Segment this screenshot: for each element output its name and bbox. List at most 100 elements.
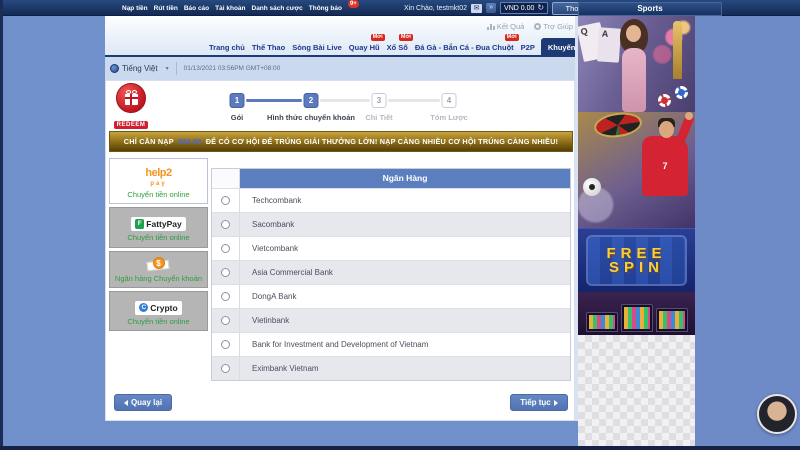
step-3-label: Chi Tiết [365, 113, 392, 122]
bank-transfer-icon: $ [147, 257, 171, 272]
results-label: Kết Quả [497, 22, 525, 31]
bank-name: DongA Bank [240, 285, 296, 308]
timestamp: 01/13/2021 03:56PM GMT+08:00 [184, 65, 281, 72]
bank-radio[interactable] [221, 292, 230, 301]
refresh-icon[interactable]: ↻ [537, 3, 544, 13]
topbar-menu-bao-cao[interactable]: Báo cáo [184, 5, 209, 12]
crypto-logo: CCrypto [135, 301, 181, 315]
bank-name: Asia Commercial Bank [240, 261, 333, 284]
quick-links: Kết Quả Trợ Giúp [455, 22, 573, 31]
step-4-box[interactable]: 4 [442, 93, 457, 108]
footballer-graphic: 7 [642, 136, 688, 196]
language-selector[interactable]: Tiếng Việt ▾ [110, 64, 169, 73]
bank-row-bank-for-investment-and-development-of-vietnam[interactable]: Bank for Investment and Development of V… [212, 332, 570, 356]
bank-row-sacombank[interactable]: Sacombank [212, 212, 570, 236]
expand-balance-icon[interactable]: » [486, 3, 496, 13]
bank-row-techcombank[interactable]: Techcombank [212, 188, 570, 212]
promo-banner-text: CHỈ CẦN NẠP 250.00 ĐỂ CÓ CƠ HỘI ĐỂ TRÚNG… [124, 137, 558, 146]
payment-method-crypto[interactable]: CCrypto Chuyển tiền online [109, 291, 208, 331]
step-2-box[interactable]: 2 [304, 93, 319, 108]
help-icon [534, 23, 541, 30]
bank-row-eximbank-vietnam[interactable]: Eximbank Vietnam [212, 356, 570, 380]
divider [176, 62, 177, 75]
payment-method-help2pay[interactable]: help2pay Chuyển tiền online [109, 158, 208, 204]
nav-tab-quay-hu[interactable]: Quay HũMới [348, 43, 381, 52]
help-link[interactable]: Trợ Giúp [534, 22, 573, 31]
nav-tab-a-ga-ban-ca-ua-chuot[interactable]: Đá Gà - Bắn Cá - Đua ChuộtMới [414, 43, 515, 52]
notification-count-badge[interactable]: 9+ [348, 0, 359, 8]
casino-chip-icon [675, 86, 688, 99]
payment-caption: Chuyển tiền online [112, 190, 205, 199]
continue-arrow-icon [554, 400, 558, 406]
bank-radio[interactable] [221, 268, 230, 277]
bank-row-asia-commercial-bank[interactable]: Asia Commercial Bank [212, 260, 570, 284]
language-label: Tiếng Việt [122, 64, 158, 73]
balance-box: VND 0.00 ↻ [500, 2, 548, 14]
topbar-menu-danh-sach-cuoc[interactable]: Danh sách cược [252, 5, 303, 12]
slot-games-banner[interactable] [578, 292, 695, 335]
mail-icon[interactable]: ✉ [471, 4, 482, 13]
bank-row-donga-bank[interactable]: DongA Bank [212, 284, 570, 308]
topbar-menu-nap-tien[interactable]: Nạp tiền [122, 5, 148, 12]
locale-bar: Tiếng Việt ▾ 01/13/2021 03:56PM GMT+08:0… [105, 57, 575, 80]
slot-cabinet-icon [586, 312, 618, 332]
caret-down-icon: ▾ [166, 65, 169, 72]
payment-caption: Chuyển tiền online [112, 317, 205, 326]
topbar-menu-rut-tien[interactable]: Rút tiền [154, 5, 178, 12]
window-left-edge [0, 0, 3, 450]
roulette-icon [593, 112, 644, 140]
bank-radio[interactable] [221, 244, 230, 253]
bank-radio[interactable] [221, 364, 230, 373]
casino-girl-banner[interactable]: Q A [578, 16, 695, 112]
bank-radio[interactable] [221, 340, 230, 349]
payment-caption: Ngân hàng Chuyển khoản [112, 274, 205, 283]
bank-radio[interactable] [221, 316, 230, 325]
payment-method-bank-transfer[interactable]: $ Ngân hàng Chuyển khoản [109, 251, 208, 288]
step-connector [320, 99, 370, 102]
nav-tab-song-bai-live[interactable]: Sòng Bài Live [291, 43, 343, 52]
free-spin-banner[interactable]: FREE SPIN [578, 228, 695, 292]
shield-icon: F [135, 219, 144, 229]
webcam-avatar [757, 394, 797, 434]
nav-tab-trang-chu[interactable]: Trang chủ [208, 43, 246, 52]
topbar-menu-thong-bao[interactable]: Thông báo [309, 5, 342, 12]
back-button[interactable]: Quay lại [114, 394, 172, 411]
crypto-coin-icon: C [139, 303, 148, 312]
bank-name: Vietcombank [240, 237, 298, 260]
step-1-label: Gói [231, 113, 244, 122]
bank-radio[interactable] [221, 220, 230, 229]
step-connector [246, 99, 302, 102]
sports-header[interactable]: Sports [578, 2, 722, 16]
sports-player-banner[interactable]: 7 [578, 112, 695, 228]
step-2-label: Hình thức chuyển khoản [267, 113, 355, 122]
nav-tab-p2p[interactable]: P2P [520, 43, 536, 52]
step-4-label: Tóm Lược [430, 113, 467, 122]
payment-method-list: help2pay Chuyển tiền online FFattyPayChuyể… [109, 158, 208, 334]
step-connector [388, 99, 440, 102]
new-badge: Mới [371, 34, 385, 42]
continue-label: Tiếp tục [520, 398, 551, 407]
step-1-box[interactable]: 1 [230, 93, 245, 108]
help2pay-logo: help2pay [112, 163, 205, 188]
promo-amount: 250.00 [178, 137, 202, 146]
back-label: Quay lại [131, 398, 162, 407]
step-3-box[interactable]: 3 [372, 93, 387, 108]
payment-method-fattypay[interactable]: FFattyPayChuyển tiền online [109, 207, 208, 247]
continue-button[interactable]: Tiếp tục [510, 394, 568, 411]
screen: Nạp tiền Rút tiền Báo cáo Tài khoản Danh sác… [0, 0, 800, 450]
topbar-menu-tai-khoan[interactable]: Tài khoản [215, 5, 245, 12]
results-icon [487, 24, 495, 30]
bank-row-vietcombank[interactable]: Vietcombank [212, 236, 570, 260]
bank-row-vietinbank[interactable]: Vietinbank [212, 308, 570, 332]
soccer-ball-icon [583, 178, 601, 196]
blue-overlay [695, 16, 800, 446]
balance-value: VND 0.00 [504, 5, 534, 12]
bank-name: Vietinbank [240, 309, 289, 332]
nav-tab-xo-so[interactable]: Xổ SốMới [386, 43, 409, 52]
promo-banner: CHỈ CẦN NẠP 250.00 ĐỂ CÓ CƠ HỘI ĐỂ TRÚNG… [109, 131, 573, 152]
globe-icon [110, 64, 119, 73]
bank-radio[interactable] [221, 196, 230, 205]
nav-tab-the-thao[interactable]: Thể Thao [251, 43, 286, 52]
results-link[interactable]: Kết Quả [487, 22, 525, 31]
new-badge: Mới [505, 34, 519, 42]
